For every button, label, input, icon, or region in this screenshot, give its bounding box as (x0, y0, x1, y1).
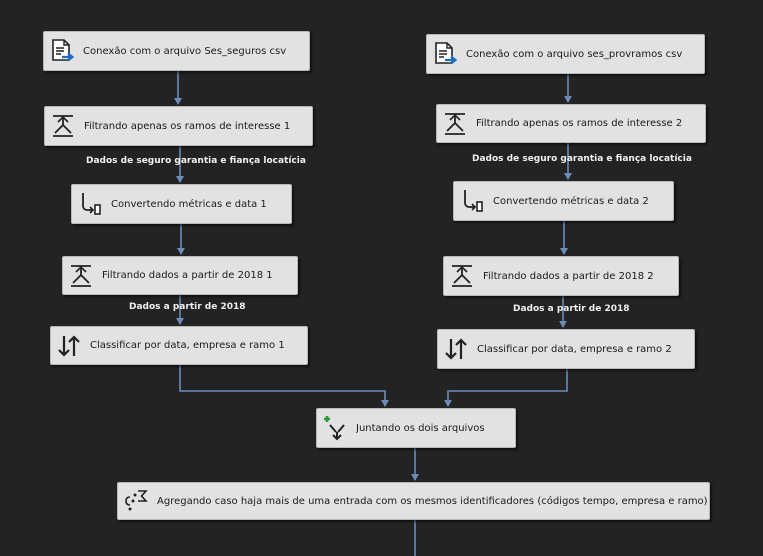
conditional-split-icon (442, 111, 468, 137)
node-label: Convertendo métricas e data 2 (493, 195, 649, 207)
node-label: Juntando os dois arquivos (356, 422, 485, 434)
path-label-from2018-2: Dados a partir de 2018 (513, 304, 630, 314)
node-label: Classificar por data, empresa e ramo 2 (477, 343, 672, 355)
node-filter2[interactable]: Filtrando apenas os ramos de interesse 2 (436, 104, 706, 143)
node-conn1[interactable]: Conexão com o arquivo Ses_seguros csv (43, 31, 310, 71)
conditional-split-icon (449, 263, 475, 289)
node-label: Classificar por data, empresa e ramo 1 (90, 340, 285, 351)
data-flow-canvas[interactable]: Conexão com o arquivo Ses_seguros csv Fi… (0, 0, 763, 556)
node-conv1[interactable]: Convertendo métricas e data 1 (71, 184, 292, 224)
node-conn2[interactable]: Conexão com o arquivo ses_provramos csv (426, 34, 705, 74)
node-label: Conexão com o arquivo ses_provramos csv (466, 48, 683, 60)
node-label: Convertendo métricas e data 1 (111, 198, 267, 210)
aggregate-icon (123, 488, 149, 514)
node-date2[interactable]: Filtrando dados a partir de 2018 2 (443, 256, 679, 296)
node-date1[interactable]: Filtrando dados a partir de 2018 1 (62, 256, 298, 295)
node-conv2[interactable]: Convertendo métricas e data 2 (453, 181, 674, 221)
node-sort2[interactable]: Classificar por data, empresa e ramo 2 (437, 329, 695, 369)
path-label-from2018-1: Dados a partir de 2018 (129, 302, 246, 312)
sort-icon (443, 336, 469, 362)
merge-join-icon (322, 415, 348, 441)
flat-file-source-icon (49, 38, 75, 64)
path-label-seguro2: Dados de seguro garantia e fiança locatí… (472, 154, 692, 164)
node-label: Filtrando dados a partir de 2018 1 (102, 270, 273, 281)
node-merge[interactable]: Juntando os dois arquivos (316, 408, 516, 448)
connector-sort1-merge[interactable] (179, 365, 389, 407)
conditional-split-icon (50, 113, 76, 139)
node-filter1[interactable]: Filtrando apenas os ramos de interesse 1 (44, 106, 313, 146)
node-agg[interactable]: Agregando caso haja mais de uma entrada … (117, 482, 710, 520)
node-label: Conexão com o arquivo Ses_seguros csv (83, 45, 287, 57)
node-label: Filtrando apenas os ramos de interesse 1 (84, 120, 291, 132)
node-label: Filtrando dados a partir de 2018 2 (483, 270, 654, 282)
node-label: Filtrando apenas os ramos de interesse 2 (476, 118, 683, 129)
node-sort1[interactable]: Classificar por data, empresa e ramo 1 (50, 326, 308, 365)
data-conversion-icon (77, 191, 103, 217)
flat-file-source-icon (432, 41, 458, 67)
conditional-split-icon (68, 263, 94, 289)
connector-sort2-merge[interactable] (444, 369, 568, 407)
path-label-seguro1: Dados de seguro garantia e fiança locatí… (86, 156, 306, 166)
data-conversion-icon (459, 188, 485, 214)
node-label: Agregando caso haja mais de uma entrada … (157, 495, 708, 507)
sort-icon (56, 333, 82, 359)
